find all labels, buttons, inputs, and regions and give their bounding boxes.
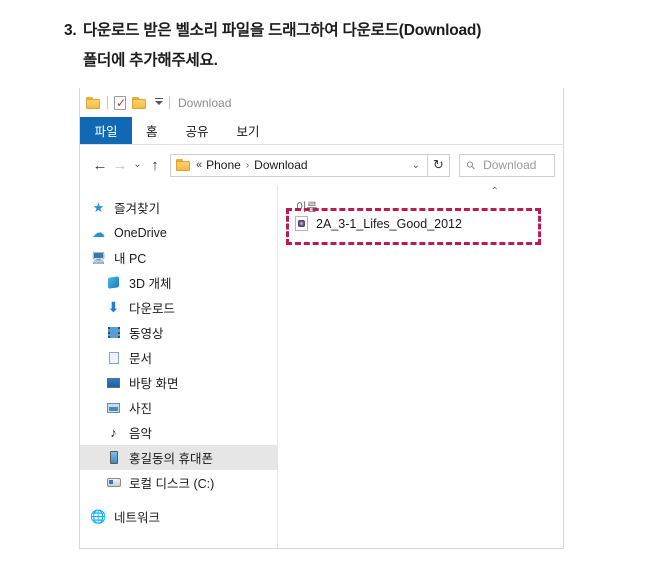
ribbon-tabs: 파일 홈 공유 보기: [80, 117, 563, 145]
window-body: ★ 즐겨찾기 ☁ OneDrive 🖥 내 PC 3D 개체 ⬇ 다운로드 동영…: [80, 185, 563, 548]
breadcrumb-item-phone[interactable]: Phone: [206, 158, 241, 172]
qat-divider-1: [107, 96, 108, 109]
sidebar-item-onedrive[interactable]: ☁ OneDrive: [80, 220, 277, 245]
file-explorer-window: ✓ Download 파일 홈 공유 보기 ← → ⌄ ↑ « Phone › …: [79, 88, 564, 549]
sidebar-item-label: 사진: [129, 402, 153, 416]
downloads-icon: ⬇: [107, 299, 120, 315]
breadcrumb-item-download[interactable]: Download: [254, 158, 307, 172]
file-list-pane: ⌃ 이름 2A_3-1_Lifes_Good_2012: [278, 185, 563, 548]
cloud-icon: ☁: [92, 224, 105, 240]
sidebar-item-label: 홍길동의 휴대폰: [129, 452, 213, 466]
instruction-line-1: 다운로드 받은 벨소리 파일을 드래그하여 다운로드(Download): [83, 22, 482, 39]
sidebar-item-label: 동영상: [129, 327, 164, 341]
file-name-label: 2A_3-1_Lifes_Good_2012: [316, 216, 462, 231]
computer-icon: 🖥: [90, 250, 107, 265]
search-input[interactable]: ⚲ Download: [459, 153, 555, 177]
sidebar-item-label: 3D 개체: [129, 277, 172, 291]
file-list-item[interactable]: 2A_3-1_Lifes_Good_2012: [295, 216, 462, 231]
qat-divider-2: [169, 96, 170, 109]
music-icon: ♪: [110, 425, 117, 440]
tab-view[interactable]: 보기: [223, 117, 274, 144]
breadcrumb-overflow-icon[interactable]: «: [196, 159, 202, 171]
collapse-ribbon-icon[interactable]: ⌃: [491, 186, 499, 197]
3d-objects-icon: [105, 276, 122, 289]
sidebar-item-local-disk[interactable]: 로컬 디스크 (C:): [80, 470, 277, 495]
sidebar-item-this-pc[interactable]: 🖥 내 PC: [80, 245, 277, 270]
sidebar-item-pictures[interactable]: 사진: [80, 395, 277, 420]
address-path-box[interactable]: « Phone › Download ⌄: [170, 153, 428, 177]
window-title: Download: [178, 95, 232, 110]
sidebar-item-label: 바탕 화면: [129, 377, 179, 391]
sidebar-item-music[interactable]: ♪ 음악: [80, 420, 277, 445]
sidebar-item-label: 다운로드: [129, 302, 176, 316]
phone-icon: [105, 451, 122, 464]
sidebar-item-quick-access[interactable]: ★ 즐겨찾기: [80, 195, 277, 220]
tab-share[interactable]: 공유: [172, 117, 223, 144]
sidebar-item-label: 네트워크: [114, 511, 161, 525]
navigation-pane: ★ 즐겨찾기 ☁ OneDrive 🖥 내 PC 3D 개체 ⬇ 다운로드 동영…: [80, 185, 278, 548]
chevron-down-icon[interactable]: ⌄: [409, 160, 423, 171]
path-folder-icon: [176, 159, 191, 171]
sidebar-item-label: OneDrive: [114, 225, 167, 240]
videos-icon: [105, 327, 122, 338]
folder-icon[interactable]: [86, 96, 101, 109]
search-icon: ⚲: [464, 158, 479, 173]
sidebar-item-3d-objects[interactable]: 3D 개체: [80, 270, 277, 295]
star-icon: ★: [92, 199, 105, 215]
sidebar-item-videos[interactable]: 동영상: [80, 320, 277, 345]
tab-file[interactable]: 파일: [80, 117, 132, 144]
title-bar: ✓ Download: [80, 88, 563, 117]
sidebar-item-documents[interactable]: 문서: [80, 345, 277, 370]
properties-icon[interactable]: ✓: [114, 95, 126, 110]
back-button[interactable]: ←: [90, 154, 110, 176]
sidebar-item-downloads[interactable]: ⬇ 다운로드: [80, 295, 277, 320]
breadcrumb-separator-icon[interactable]: ›: [246, 160, 249, 171]
tab-home[interactable]: 홈: [132, 117, 172, 144]
disk-icon: [105, 478, 122, 487]
instruction-text: 3. 다운로드 받은 벨소리 파일을 드래그하여 다운로드(Download) …: [64, 16, 624, 76]
media-file-icon: [295, 216, 308, 231]
forward-button[interactable]: →: [110, 154, 130, 176]
sidebar-item-label: 내 PC: [114, 252, 147, 266]
address-bar: ← → ⌄ ↑ « Phone › Download ⌄ ↻ ⚲ Downloa…: [80, 145, 563, 185]
instruction-line-2: 폴더에 추가해주세요.: [83, 52, 218, 69]
new-folder-icon[interactable]: [132, 96, 147, 109]
sidebar-item-label: 문서: [129, 352, 153, 366]
pictures-icon: [105, 402, 122, 413]
documents-icon: [105, 351, 122, 364]
sidebar-item-phone[interactable]: 홍길동의 휴대폰: [80, 445, 277, 470]
instruction-number: 3.: [64, 22, 77, 39]
customize-qat-icon[interactable]: [155, 97, 163, 105]
search-value: Download: [483, 158, 537, 172]
breadcrumb: « Phone › Download: [191, 158, 409, 172]
sidebar-item-label: 로컬 디스크 (C:): [129, 477, 215, 491]
sidebar-item-label: 음악: [129, 427, 153, 441]
refresh-button[interactable]: ↻: [428, 153, 450, 177]
up-button[interactable]: ↑: [145, 154, 165, 176]
network-icon: 🌐: [90, 508, 107, 524]
sidebar-item-desktop[interactable]: 바탕 화면: [80, 370, 277, 395]
desktop-icon: [105, 377, 122, 388]
sidebar-item-label: 즐겨찾기: [114, 202, 161, 216]
recent-locations-button[interactable]: ⌄: [130, 154, 145, 176]
sidebar-item-network[interactable]: 🌐 네트워크: [80, 504, 277, 529]
